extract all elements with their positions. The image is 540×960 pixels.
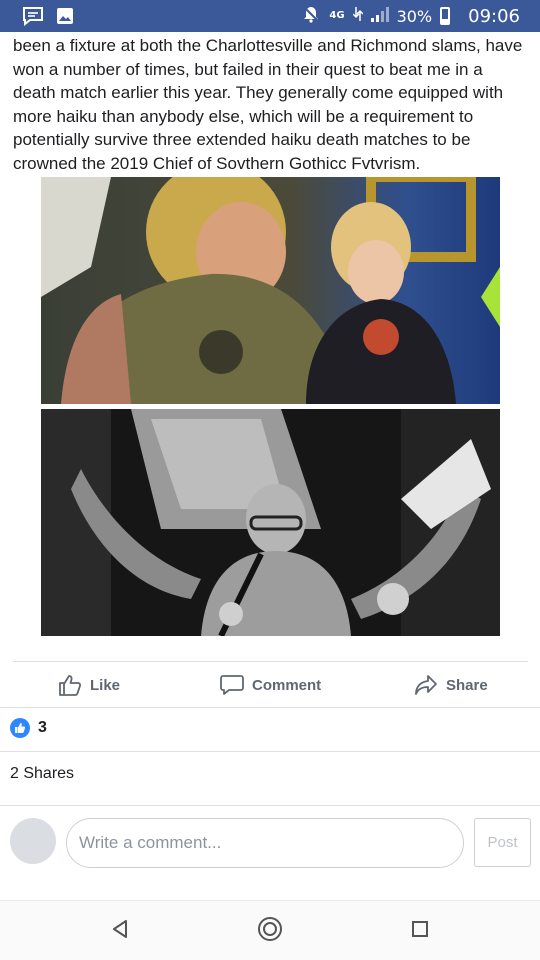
battery-percent: 30% [396, 6, 433, 26]
like-label: Like [90, 676, 121, 694]
post-text: been a fixture at both the Charlottesvil… [13, 36, 523, 173]
post-photo-1[interactable] [41, 177, 500, 404]
share-label: Share [446, 676, 488, 694]
alarm-mute-icon [301, 4, 321, 28]
home-circle-icon [257, 916, 283, 947]
recents-button[interactable] [404, 915, 436, 947]
battery-icon [440, 7, 451, 25]
shares-count[interactable]: 2 Shares [10, 765, 74, 783]
thumbs-up-icon [58, 674, 82, 696]
system-nav-bar [0, 900, 540, 960]
reactions-divider [0, 707, 540, 708]
data-arrows-icon [352, 6, 364, 26]
comment-label: Comment [252, 676, 322, 694]
comment-bubble-icon [220, 674, 244, 696]
network-type: 4G [329, 10, 345, 21]
recents-square-icon [411, 920, 429, 943]
post-button[interactable]: Post [474, 818, 531, 867]
back-button[interactable] [104, 915, 136, 947]
back-triangle-icon [111, 919, 129, 944]
comment-input[interactable] [66, 818, 464, 868]
post-photo-2[interactable] [41, 409, 500, 636]
composer-divider [0, 805, 540, 806]
comment-button[interactable]: Comment [220, 662, 321, 708]
share-button[interactable]: Share [414, 662, 488, 708]
action-bar: Like Comment Share [0, 662, 540, 708]
shares-divider [0, 751, 540, 752]
like-button[interactable]: Like [58, 662, 120, 708]
signal-icon [370, 6, 389, 26]
messenger-icon [22, 6, 44, 31]
clock: 09:06 [468, 5, 520, 27]
avatar [10, 818, 56, 864]
reaction-count: 3 [38, 719, 47, 736]
reactions-summary[interactable]: 3 [10, 718, 47, 738]
share-arrow-icon [414, 674, 438, 696]
home-button[interactable] [254, 915, 286, 947]
status-bar: 4G 30% 09:06 [0, 0, 540, 32]
gallery-icon [56, 7, 74, 30]
like-reaction-icon [10, 718, 30, 738]
